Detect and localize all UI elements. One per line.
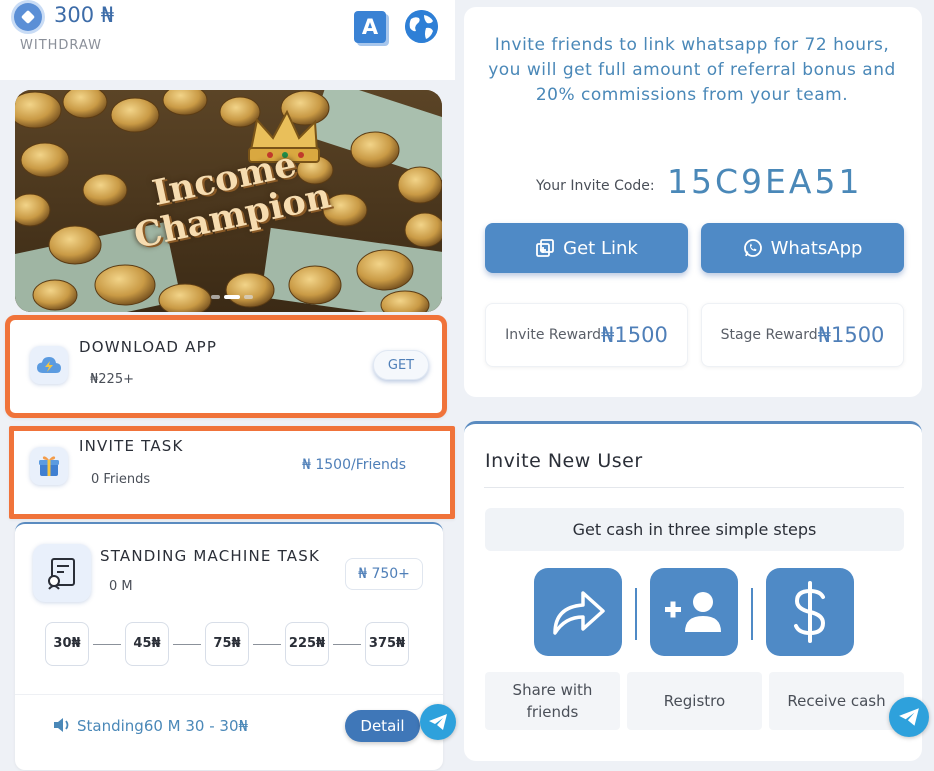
invite-code-label: Your Invite Code: — [536, 178, 655, 194]
translate-icon[interactable]: A — [354, 11, 386, 43]
stage-reward-box: Stage Reward ₦1500 — [701, 303, 904, 367]
whatsapp-button[interactable]: WhatsApp — [701, 223, 904, 273]
cloud-lightning-icon — [30, 346, 68, 384]
standing-task-price: ₦ 750+ — [345, 558, 423, 590]
get-button[interactable]: GET — [373, 350, 429, 380]
step-connector — [253, 644, 281, 645]
step-4[interactable]: 225₦ — [285, 622, 329, 666]
invite-message: Invite friends to link whatsapp for 72 h… — [488, 35, 896, 105]
standing-footer-text: Standing60 M 30 - 30₦ — [77, 717, 249, 735]
invite-task-title: INVITE TASK — [79, 437, 184, 455]
detail-button[interactable]: Detail — [345, 710, 420, 742]
machine-icon — [33, 544, 91, 602]
step-divider — [751, 588, 753, 640]
download-app-title: DOWNLOAD APP — [79, 338, 218, 356]
invite-code-value[interactable]: 15C9EA51 — [667, 162, 862, 201]
invite-new-user-title: Invite New User — [485, 450, 643, 472]
stage-reward-label: Stage Reward — [720, 327, 818, 343]
caption-register: Registro — [627, 672, 762, 730]
divider — [484, 487, 904, 488]
step-2[interactable]: 45₦ — [125, 622, 169, 666]
get-link-label: Get Link — [563, 237, 638, 259]
steps-heading: Get cash in three simple steps — [485, 508, 904, 551]
whatsapp-icon — [743, 239, 762, 257]
add-user-icon[interactable] — [650, 568, 738, 656]
link-icon — [536, 239, 555, 257]
invite-reward-label: Invite Reward — [505, 327, 602, 343]
caption-receive: Receive cash — [769, 672, 904, 730]
step-connector — [333, 644, 361, 645]
invite-task-rate: ₦ 1500/Friends — [302, 457, 407, 473]
standing-task-title: STANDING MACHINE TASK — [100, 547, 320, 565]
telegram-icon[interactable] — [889, 697, 929, 737]
balance-amount: 300 ₦ — [54, 3, 115, 27]
telegram-icon[interactable] — [420, 704, 456, 740]
carousel-dots[interactable] — [211, 295, 253, 299]
step-5[interactable]: 375₦ — [365, 622, 409, 666]
withdraw-link[interactable]: WITHDRAW — [20, 38, 102, 53]
stage-reward-value: ₦1500 — [817, 323, 885, 347]
download-app-reward: ₦225+ — [90, 372, 134, 387]
globe-icon[interactable] — [405, 10, 438, 43]
step-1[interactable]: 30₦ — [45, 622, 89, 666]
diamond-icon — [14, 3, 42, 31]
step-connector — [93, 644, 121, 645]
speaker-icon — [52, 716, 72, 738]
standing-task-sub: 0 M — [109, 579, 133, 594]
step-divider — [635, 588, 637, 640]
invite-reward-box: Invite Reward ₦1500 — [485, 303, 688, 367]
gift-icon — [30, 447, 68, 485]
invite-task-friends: 0 Friends — [91, 472, 151, 487]
divider — [15, 694, 443, 695]
get-link-button[interactable]: Get Link — [485, 223, 688, 273]
invite-reward-value: ₦1500 — [601, 323, 668, 347]
step-connector — [173, 644, 201, 645]
whatsapp-label: WhatsApp — [770, 237, 863, 259]
promo-banner[interactable]: Income Champion — [15, 90, 442, 312]
caption-share: Share with friends — [485, 672, 620, 730]
share-arrow-icon[interactable] — [534, 568, 622, 656]
step-3[interactable]: 75₦ — [205, 622, 249, 666]
dollar-icon[interactable] — [766, 568, 854, 656]
